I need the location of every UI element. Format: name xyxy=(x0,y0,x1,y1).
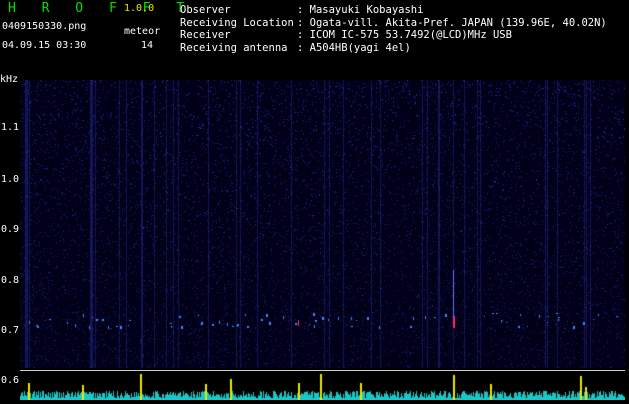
signal-strength-canvas xyxy=(20,372,625,400)
spectrogram-plot xyxy=(20,80,625,368)
date-time: 04.09.15 03:30 xyxy=(2,40,87,51)
info-row-receiver: Receiver: ICOM IC-575 53.7492(@LCD)MHz U… xyxy=(180,29,512,42)
info-row-antenna: Receiving antenna: A504HB(yagi 4el) xyxy=(180,41,411,54)
signal-strength-panel xyxy=(20,372,625,400)
header: H R O F F T 1.0.0 0409150330.png 04.09.1… xyxy=(0,0,629,72)
info-row-observer: Observer: Masayuki Kobayashi xyxy=(180,4,424,16)
y-tick-label: 0.9 xyxy=(1,224,20,235)
y-tick-label: 1.1 xyxy=(1,122,20,133)
file-name: 0409150330.png xyxy=(2,21,87,32)
station-info: Observer: Masayuki Kobayashi Receiving L… xyxy=(180,4,607,54)
y-tick-label: 0.8 xyxy=(1,275,20,286)
app-version: 1.0.0 xyxy=(124,3,155,14)
y-tick-label: 0.7 xyxy=(1,325,20,336)
info-row-location: Receiving Location: Ogata-vill. Akita-Pr… xyxy=(180,16,607,29)
y-tick-label: 0.6 xyxy=(1,375,20,386)
y-tick-label: 1.0 xyxy=(1,174,20,185)
frequency-unit-label: kHz xyxy=(0,74,19,85)
meteor-count: 14 xyxy=(141,40,154,51)
separator-line xyxy=(20,370,625,371)
app-brand: H R O F F T xyxy=(8,1,194,16)
spectrogram-canvas xyxy=(20,80,625,368)
meteor-label: meteor xyxy=(124,26,161,37)
